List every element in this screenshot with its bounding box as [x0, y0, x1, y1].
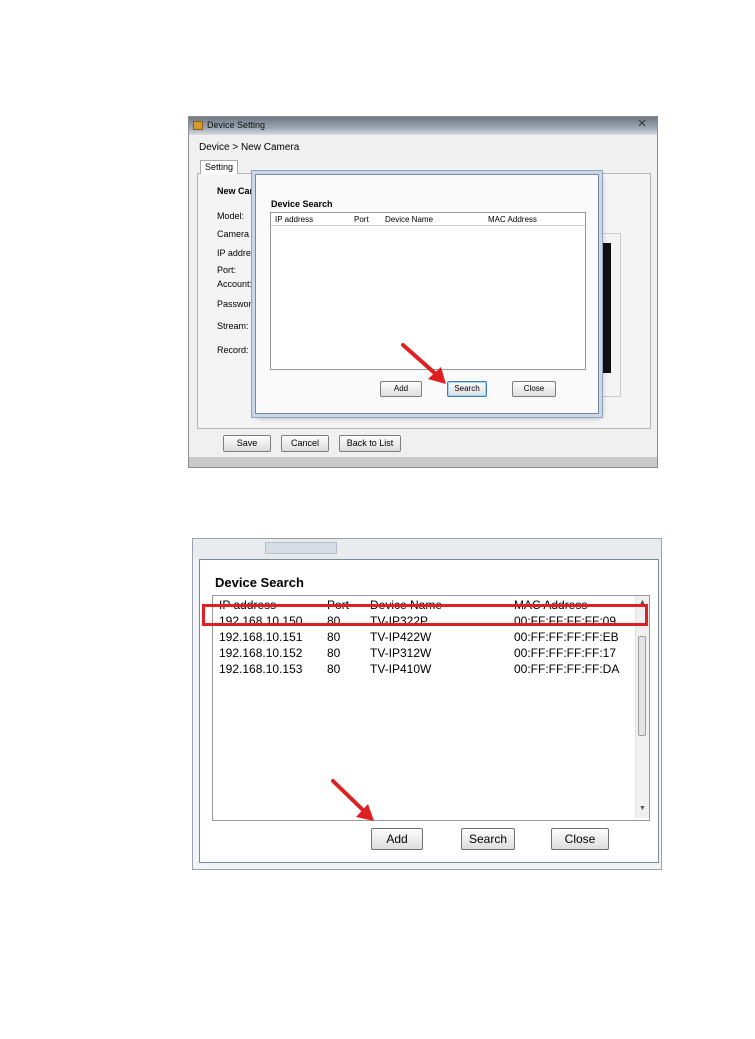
- background-bar: [193, 539, 661, 559]
- camera-label: Camera 1: [217, 229, 257, 239]
- red-arrow-icon: [400, 342, 450, 386]
- save-button[interactable]: Save: [223, 435, 271, 452]
- search-button[interactable]: Search: [447, 381, 487, 397]
- close-button[interactable]: Close: [551, 828, 609, 850]
- model-label: Model:: [217, 211, 245, 221]
- device-setting-window: Device Setting ✕ Device > New Camera Set…: [188, 116, 658, 468]
- cancel-button[interactable]: Cancel: [281, 435, 329, 452]
- ip-address-label: IP addres: [217, 248, 256, 258]
- row-ip: 192.168.10.152: [219, 646, 303, 660]
- app-icon: [193, 121, 203, 130]
- device-search-zoom: Device Search IP address Port Device Nam…: [192, 538, 662, 870]
- background-strip: [189, 457, 657, 467]
- header-divider: [271, 225, 585, 226]
- row-device-name: TV-IP422W: [370, 630, 432, 644]
- column-header-device-name[interactable]: Device Name: [385, 215, 433, 224]
- stream-label: Stream:: [217, 321, 249, 331]
- row-mac: 00:FF:FF:FF:FF:DA: [514, 662, 620, 676]
- table-row[interactable]: 192.168.10.151 80 TV-IP422W 00:FF:FF:FF:…: [213, 629, 635, 645]
- back-to-list-button[interactable]: Back to List: [339, 435, 401, 452]
- row-port: 80: [327, 630, 341, 644]
- row-ip: 192.168.10.153: [219, 662, 303, 676]
- scroll-down-icon[interactable]: ▼: [637, 804, 648, 814]
- row-device-name: TV-IP410W: [370, 662, 432, 676]
- account-label: Account:: [217, 279, 253, 289]
- column-header-port[interactable]: Port: [354, 215, 369, 224]
- section-title: New Cam: [217, 186, 258, 196]
- column-header-mac[interactable]: MAC Address: [488, 215, 537, 224]
- search-button[interactable]: Search: [461, 828, 515, 850]
- column-header-ip[interactable]: IP address: [275, 215, 313, 224]
- window-title: Device Setting: [207, 120, 266, 130]
- device-list[interactable]: IP address Port Device Name MAC Address …: [212, 595, 650, 821]
- table-row[interactable]: 192.168.10.152 80 TV-IP312W 00:FF:FF:FF:…: [213, 645, 635, 661]
- dialog-title: Device Search: [215, 575, 304, 590]
- vertical-scrollbar[interactable]: ▲ ▼: [635, 596, 649, 818]
- selected-row-highlight: [202, 604, 648, 626]
- background-element: [265, 542, 337, 554]
- row-ip: 192.168.10.151: [219, 630, 303, 644]
- add-button[interactable]: Add: [371, 828, 423, 850]
- record-label: Record:: [217, 345, 249, 355]
- red-arrow-icon: [330, 778, 378, 824]
- tab-setting[interactable]: Setting: [200, 160, 239, 174]
- row-port: 80: [327, 646, 341, 660]
- table-row[interactable]: 192.168.10.153 80 TV-IP410W 00:FF:FF:FF:…: [213, 661, 635, 677]
- row-mac: 00:FF:FF:FF:FF:EB: [514, 630, 619, 644]
- row-device-name: TV-IP312W: [370, 646, 432, 660]
- scrollbar-thumb[interactable]: [638, 636, 646, 736]
- breadcrumb: Device > New Camera: [199, 142, 300, 153]
- port-label: Port:: [217, 265, 237, 275]
- row-port: 80: [327, 662, 341, 676]
- row-mac: 00:FF:FF:FF:FF:17: [514, 646, 617, 660]
- password-label: Password: [217, 299, 257, 309]
- close-icon[interactable]: ✕: [629, 117, 655, 131]
- close-button[interactable]: Close: [512, 381, 556, 397]
- dialog-title: Device Search: [271, 199, 333, 209]
